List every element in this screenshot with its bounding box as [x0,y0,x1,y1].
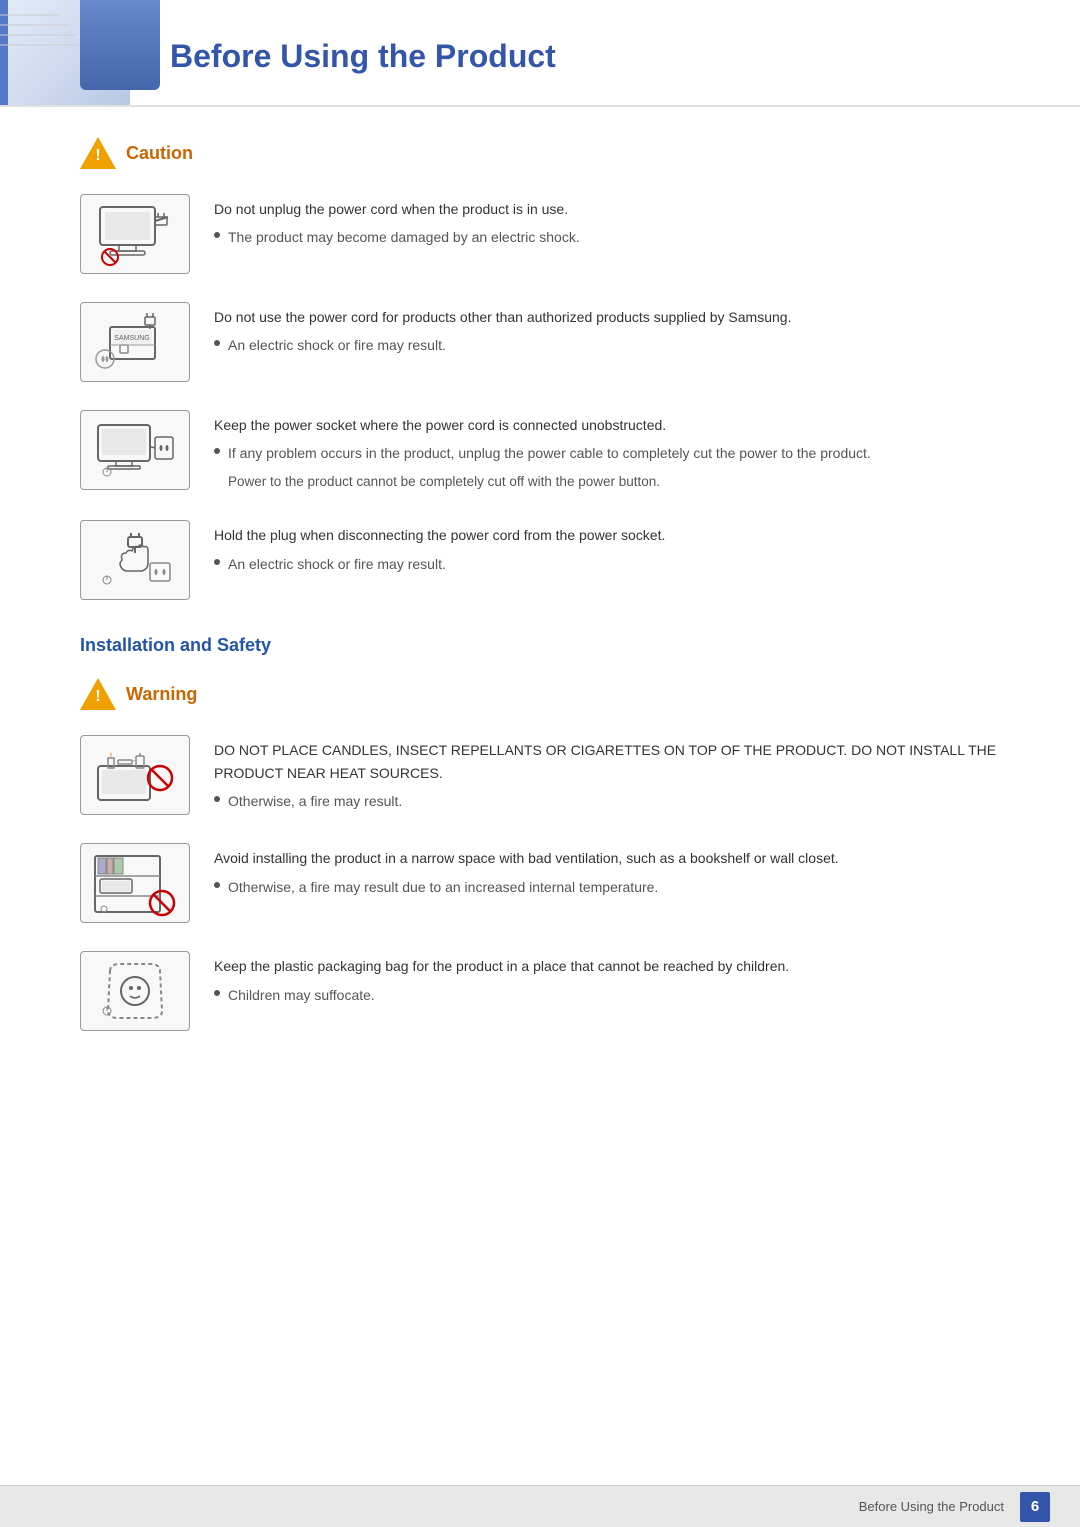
warning-item-3-text: Keep the plastic packaging bag for the p… [214,951,1000,1006]
caution-item-3-text: Keep the power socket where the power co… [214,410,1000,492]
caution-item-1: Do not unplug the power cord when the pr… [80,194,1000,274]
warning-icon: ! [80,678,116,710]
caution-icon-3 [80,410,190,490]
installation-title: Installation and Safety [80,635,1000,656]
caution-text: Caution [126,143,193,164]
warning-label: ! Warning [80,678,1000,710]
main-content: ! Caution Do not unplug the p [0,137,1080,1119]
caution-item-2-text: Do not use the power cord for products o… [214,302,1000,357]
caution-item-4-text: Hold the plug when disconnecting the pow… [214,520,1000,575]
caution-item-4: Hold the plug when disconnecting the pow… [80,520,1000,600]
warning-item-1: DO NOT PLACE CANDLES, INSECT REPELLANTS … [80,735,1000,815]
warning-icon-1 [80,735,190,815]
caution-icon-4 [80,520,190,600]
warning-item-3: Keep the plastic packaging bag for the p… [80,951,1000,1031]
svg-text:SAMSUNG: SAMSUNG [114,335,149,342]
caution-label: ! Caution [80,137,1000,169]
caution-icon: ! [80,137,116,169]
page-title: Before Using the Product [0,18,1080,95]
caution-icon-2: SAMSUNG [80,302,190,382]
warning-icon-3 [80,951,190,1031]
warning-item-1-text: DO NOT PLACE CANDLES, INSECT REPELLANTS … [214,735,1000,812]
warning-text: Warning [126,684,197,705]
warning-item-2-text: Avoid installing the product in a narrow… [214,843,1000,898]
caution-item-2: SAMSUNG Do not use the power cord for pr… [80,302,1000,382]
caution-icon-1 [80,194,190,274]
footer-page-number: 6 [1020,1492,1050,1522]
caution-item-3: Keep the power socket where the power co… [80,410,1000,492]
page-header: Before Using the Product [0,0,1080,107]
footer-text: Before Using the Product [859,1499,1004,1514]
caution-item-1-text: Do not unplug the power cord when the pr… [214,194,1000,249]
warning-item-2: Avoid installing the product in a narrow… [80,843,1000,923]
warning-icon-2 [80,843,190,923]
page-footer: Before Using the Product 6 [0,1485,1080,1527]
